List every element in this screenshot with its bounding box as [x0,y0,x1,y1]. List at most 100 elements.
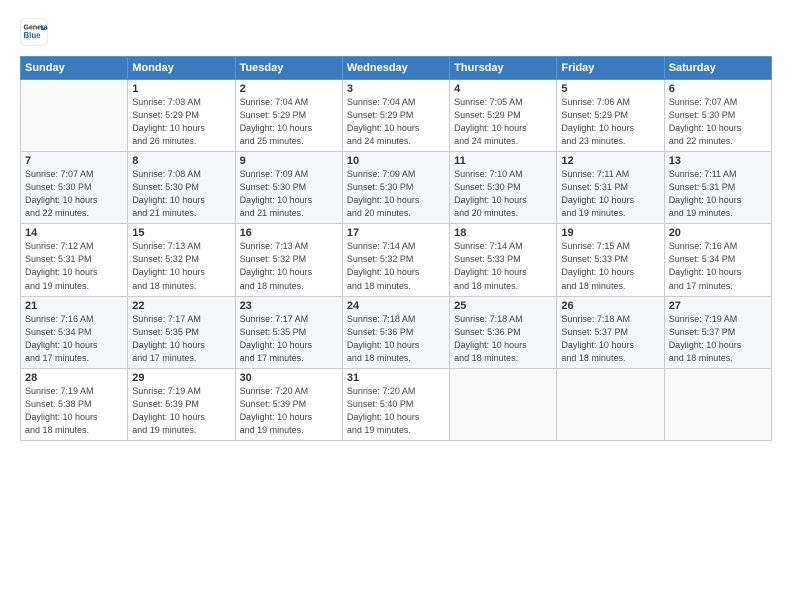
day-cell: 19Sunrise: 7:15 AM Sunset: 5:33 PM Dayli… [557,224,664,296]
day-info: Sunrise: 7:07 AM Sunset: 5:30 PM Dayligh… [25,168,123,220]
day-number: 22 [132,300,230,312]
day-info: Sunrise: 7:03 AM Sunset: 5:29 PM Dayligh… [132,96,230,148]
day-cell: 17Sunrise: 7:14 AM Sunset: 5:32 PM Dayli… [342,224,449,296]
day-number: 21 [25,300,123,312]
calendar-table: Sunday Monday Tuesday Wednesday Thursday… [20,56,772,441]
day-number: 14 [25,227,123,239]
day-cell [557,368,664,440]
day-number: 5 [561,83,659,95]
header: General Blue [20,18,772,46]
day-cell: 27Sunrise: 7:19 AM Sunset: 5:37 PM Dayli… [664,296,771,368]
day-info: Sunrise: 7:10 AM Sunset: 5:30 PM Dayligh… [454,168,552,220]
day-info: Sunrise: 7:20 AM Sunset: 5:40 PM Dayligh… [347,385,445,437]
day-cell: 6Sunrise: 7:07 AM Sunset: 5:30 PM Daylig… [664,80,771,152]
day-number: 27 [669,300,767,312]
day-number: 2 [240,83,338,95]
day-cell: 16Sunrise: 7:13 AM Sunset: 5:32 PM Dayli… [235,224,342,296]
day-cell: 14Sunrise: 7:12 AM Sunset: 5:31 PM Dayli… [21,224,128,296]
day-info: Sunrise: 7:06 AM Sunset: 5:29 PM Dayligh… [561,96,659,148]
day-info: Sunrise: 7:16 AM Sunset: 5:34 PM Dayligh… [25,313,123,365]
day-info: Sunrise: 7:15 AM Sunset: 5:33 PM Dayligh… [561,240,659,292]
day-number: 7 [25,155,123,167]
page: General Blue Sunday Monday Tuesday Wedne… [0,0,792,612]
day-info: Sunrise: 7:14 AM Sunset: 5:32 PM Dayligh… [347,240,445,292]
day-number: 11 [454,155,552,167]
day-info: Sunrise: 7:19 AM Sunset: 5:38 PM Dayligh… [25,385,123,437]
calendar-body: 1Sunrise: 7:03 AM Sunset: 5:29 PM Daylig… [21,80,772,441]
col-friday: Friday [557,57,664,80]
day-info: Sunrise: 7:14 AM Sunset: 5:33 PM Dayligh… [454,240,552,292]
day-number: 30 [240,372,338,384]
day-cell: 28Sunrise: 7:19 AM Sunset: 5:38 PM Dayli… [21,368,128,440]
day-info: Sunrise: 7:11 AM Sunset: 5:31 PM Dayligh… [669,168,767,220]
logo: General Blue [20,18,48,46]
day-number: 19 [561,227,659,239]
col-sunday: Sunday [21,57,128,80]
day-number: 15 [132,227,230,239]
day-cell [450,368,557,440]
day-number: 3 [347,83,445,95]
day-cell: 23Sunrise: 7:17 AM Sunset: 5:35 PM Dayli… [235,296,342,368]
day-info: Sunrise: 7:07 AM Sunset: 5:30 PM Dayligh… [669,96,767,148]
day-cell: 21Sunrise: 7:16 AM Sunset: 5:34 PM Dayli… [21,296,128,368]
day-cell: 4Sunrise: 7:05 AM Sunset: 5:29 PM Daylig… [450,80,557,152]
header-row: Sunday Monday Tuesday Wednesday Thursday… [21,57,772,80]
day-cell: 15Sunrise: 7:13 AM Sunset: 5:32 PM Dayli… [128,224,235,296]
day-cell: 18Sunrise: 7:14 AM Sunset: 5:33 PM Dayli… [450,224,557,296]
day-info: Sunrise: 7:18 AM Sunset: 5:36 PM Dayligh… [347,313,445,365]
day-cell [664,368,771,440]
day-info: Sunrise: 7:12 AM Sunset: 5:31 PM Dayligh… [25,240,123,292]
day-number: 10 [347,155,445,167]
day-info: Sunrise: 7:20 AM Sunset: 5:39 PM Dayligh… [240,385,338,437]
day-info: Sunrise: 7:05 AM Sunset: 5:29 PM Dayligh… [454,96,552,148]
day-info: Sunrise: 7:04 AM Sunset: 5:29 PM Dayligh… [347,96,445,148]
day-number: 18 [454,227,552,239]
day-number: 16 [240,227,338,239]
day-info: Sunrise: 7:09 AM Sunset: 5:30 PM Dayligh… [240,168,338,220]
day-cell: 30Sunrise: 7:20 AM Sunset: 5:39 PM Dayli… [235,368,342,440]
day-number: 12 [561,155,659,167]
day-info: Sunrise: 7:13 AM Sunset: 5:32 PM Dayligh… [240,240,338,292]
week-row-4: 21Sunrise: 7:16 AM Sunset: 5:34 PM Dayli… [21,296,772,368]
day-cell: 20Sunrise: 7:16 AM Sunset: 5:34 PM Dayli… [664,224,771,296]
day-cell: 13Sunrise: 7:11 AM Sunset: 5:31 PM Dayli… [664,152,771,224]
day-info: Sunrise: 7:11 AM Sunset: 5:31 PM Dayligh… [561,168,659,220]
day-info: Sunrise: 7:19 AM Sunset: 5:37 PM Dayligh… [669,313,767,365]
day-info: Sunrise: 7:16 AM Sunset: 5:34 PM Dayligh… [669,240,767,292]
day-cell: 25Sunrise: 7:18 AM Sunset: 5:36 PM Dayli… [450,296,557,368]
day-cell: 12Sunrise: 7:11 AM Sunset: 5:31 PM Dayli… [557,152,664,224]
day-info: Sunrise: 7:18 AM Sunset: 5:37 PM Dayligh… [561,313,659,365]
day-info: Sunrise: 7:08 AM Sunset: 5:30 PM Dayligh… [132,168,230,220]
day-number: 28 [25,372,123,384]
day-cell: 8Sunrise: 7:08 AM Sunset: 5:30 PM Daylig… [128,152,235,224]
day-cell: 29Sunrise: 7:19 AM Sunset: 5:39 PM Dayli… [128,368,235,440]
day-number: 13 [669,155,767,167]
day-number: 8 [132,155,230,167]
col-thursday: Thursday [450,57,557,80]
week-row-3: 14Sunrise: 7:12 AM Sunset: 5:31 PM Dayli… [21,224,772,296]
col-tuesday: Tuesday [235,57,342,80]
week-row-5: 28Sunrise: 7:19 AM Sunset: 5:38 PM Dayli… [21,368,772,440]
day-info: Sunrise: 7:13 AM Sunset: 5:32 PM Dayligh… [132,240,230,292]
day-number: 24 [347,300,445,312]
col-wednesday: Wednesday [342,57,449,80]
day-number: 6 [669,83,767,95]
day-cell: 5Sunrise: 7:06 AM Sunset: 5:29 PM Daylig… [557,80,664,152]
day-info: Sunrise: 7:17 AM Sunset: 5:35 PM Dayligh… [132,313,230,365]
day-cell: 2Sunrise: 7:04 AM Sunset: 5:29 PM Daylig… [235,80,342,152]
day-cell: 3Sunrise: 7:04 AM Sunset: 5:29 PM Daylig… [342,80,449,152]
day-cell: 9Sunrise: 7:09 AM Sunset: 5:30 PM Daylig… [235,152,342,224]
day-info: Sunrise: 7:18 AM Sunset: 5:36 PM Dayligh… [454,313,552,365]
logo-icon: General Blue [20,18,48,46]
day-number: 31 [347,372,445,384]
day-number: 25 [454,300,552,312]
col-monday: Monday [128,57,235,80]
day-number: 20 [669,227,767,239]
day-cell [21,80,128,152]
week-row-2: 7Sunrise: 7:07 AM Sunset: 5:30 PM Daylig… [21,152,772,224]
day-cell: 26Sunrise: 7:18 AM Sunset: 5:37 PM Dayli… [557,296,664,368]
day-info: Sunrise: 7:09 AM Sunset: 5:30 PM Dayligh… [347,168,445,220]
week-row-1: 1Sunrise: 7:03 AM Sunset: 5:29 PM Daylig… [21,80,772,152]
col-saturday: Saturday [664,57,771,80]
day-info: Sunrise: 7:17 AM Sunset: 5:35 PM Dayligh… [240,313,338,365]
